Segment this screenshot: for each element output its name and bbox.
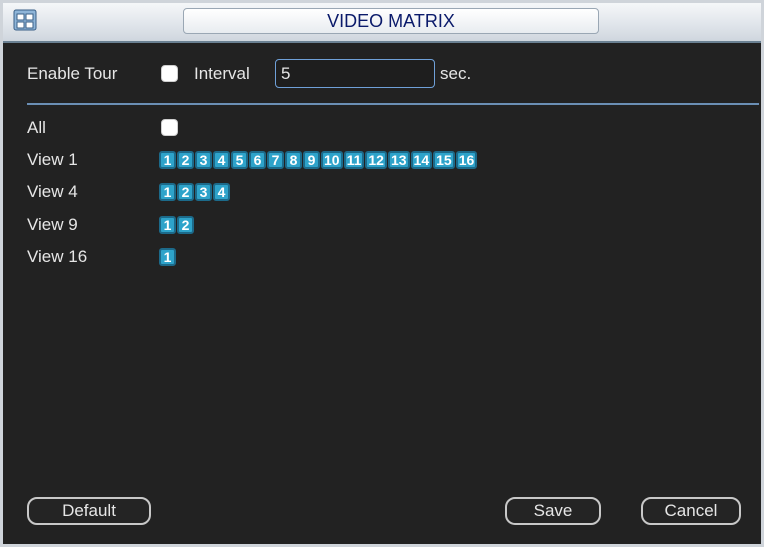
view4-label: View 4: [27, 182, 78, 201]
app-icon: [13, 7, 39, 33]
channel-toggle[interactable]: 1: [159, 248, 176, 266]
content-panel: Enable Tour Interval 5 sec. All View 1 1…: [7, 46, 759, 541]
channel-toggle[interactable]: 1: [159, 216, 176, 234]
view9-label: View 9: [27, 215, 78, 234]
channel-toggle[interactable]: 13: [387, 151, 410, 169]
video-matrix-window: VIDEO MATRIX Enable Tour Interval 5 sec.…: [0, 0, 764, 547]
channel-toggle[interactable]: 14: [410, 151, 433, 169]
enable-tour-label: Enable Tour: [27, 64, 118, 83]
view1-channels: 1 2 3 4 5 6 7 8 9 10 11 12 13 14 15 16: [159, 151, 478, 169]
channel-toggle[interactable]: 4: [213, 183, 230, 201]
view4-channels: 1234: [159, 183, 230, 201]
channel-toggle[interactable]: 10: [321, 151, 343, 169]
view9-channels: 12: [159, 216, 194, 234]
channel-toggle[interactable]: 8: [285, 151, 302, 169]
default-button[interactable]: Default: [27, 497, 151, 525]
channel-toggle[interactable]: 11: [343, 151, 365, 169]
title-bar: VIDEO MATRIX: [3, 3, 761, 43]
save-button[interactable]: Save: [505, 497, 601, 525]
all-checkbox[interactable]: [161, 119, 178, 136]
view16-channels: 1: [159, 248, 176, 266]
channel-toggle[interactable]: 15: [433, 151, 455, 169]
channel-toggle[interactable]: 7: [267, 151, 284, 169]
channel-toggle[interactable]: 3: [195, 151, 212, 169]
separator: [27, 103, 759, 105]
channel-toggle[interactable]: 4: [213, 151, 230, 169]
channel-toggle[interactable]: 1: [159, 151, 176, 169]
channel-toggle[interactable]: 3: [195, 183, 212, 201]
enable-tour-checkbox[interactable]: [161, 65, 178, 82]
channel-toggle[interactable]: 2: [177, 151, 194, 169]
all-label: All: [27, 118, 46, 137]
channel-toggle[interactable]: 9: [303, 151, 320, 169]
channel-toggle[interactable]: 1: [159, 183, 176, 201]
channel-toggle[interactable]: 6: [249, 151, 266, 169]
channel-toggle[interactable]: 12: [365, 151, 387, 169]
interval-input[interactable]: 5: [275, 59, 435, 88]
interval-unit-label: sec.: [440, 64, 472, 83]
view16-label: View 16: [27, 247, 88, 266]
window-title: VIDEO MATRIX: [183, 8, 599, 34]
cancel-button[interactable]: Cancel: [641, 497, 741, 525]
channel-toggle[interactable]: 5: [231, 151, 248, 169]
channel-toggle[interactable]: 16: [455, 151, 478, 169]
interval-label: Interval: [194, 64, 250, 83]
view1-label: View 1: [27, 150, 78, 169]
channel-toggle[interactable]: 2: [177, 183, 194, 201]
channel-toggle[interactable]: 2: [177, 216, 194, 234]
